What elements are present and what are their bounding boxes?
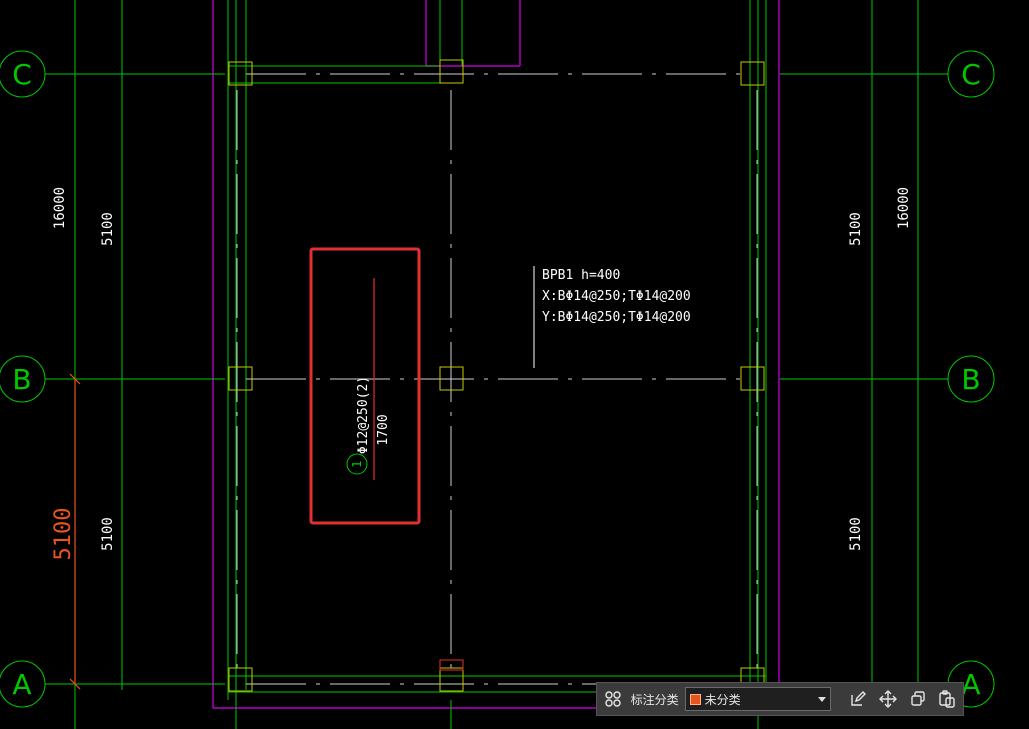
rebar-spec: Φ12@250(2) bbox=[356, 376, 371, 454]
axis-label-a-right: A bbox=[961, 668, 980, 701]
slab-rebar-x: X:BΦ14@250;TΦ14@200 bbox=[542, 289, 691, 304]
slab-rebar-y: Y:BΦ14@250;TΦ14@200 bbox=[542, 310, 691, 325]
axis-label-b-left: B bbox=[12, 363, 31, 396]
rebar-length: 1700 bbox=[376, 414, 391, 445]
dim-left-lower: 5100 bbox=[100, 517, 116, 551]
axis-label-c-left: C bbox=[12, 58, 32, 91]
grid-view-icon[interactable] bbox=[601, 687, 625, 711]
dim-left-lower-highlight: 5100 bbox=[51, 508, 76, 561]
category-label: 标注分类 bbox=[630, 692, 679, 707]
dim-right-total: 16000 bbox=[896, 187, 912, 229]
chevron-down-icon bbox=[817, 696, 826, 702]
category-select-value: 未分类 bbox=[704, 692, 741, 707]
center-lines bbox=[236, 73, 758, 685]
cad-canvas[interactable]: C B A C B A 16000 5100 5100 5100 16000 5… bbox=[0, 0, 1029, 729]
paste-icon[interactable] bbox=[935, 687, 959, 711]
category-select[interactable]: 未分类 bbox=[684, 687, 831, 711]
dim-right-upper: 5100 bbox=[848, 212, 864, 246]
rebar-mark-number: 1 bbox=[350, 460, 364, 468]
copy-icon[interactable] bbox=[906, 687, 930, 711]
axis-label-b-right: B bbox=[961, 363, 980, 396]
move-icon[interactable] bbox=[876, 687, 900, 711]
dim-left-total: 16000 bbox=[52, 187, 68, 229]
grid-lines bbox=[45, 0, 948, 729]
dim-left-upper: 5100 bbox=[100, 212, 116, 246]
edit-icon[interactable] bbox=[846, 687, 870, 711]
dim-right-lower: 5100 bbox=[848, 517, 864, 551]
axis-label-c-right: C bbox=[961, 58, 981, 91]
slab-label: BPB1 h=400 bbox=[542, 268, 620, 283]
category-color-swatch bbox=[689, 693, 701, 705]
axis-label-a-left: A bbox=[12, 668, 31, 701]
wall-outlines bbox=[212, 0, 780, 709]
columns bbox=[228, 59, 765, 692]
annotation-toolbar: 标注分类 未分类 bbox=[596, 682, 964, 716]
